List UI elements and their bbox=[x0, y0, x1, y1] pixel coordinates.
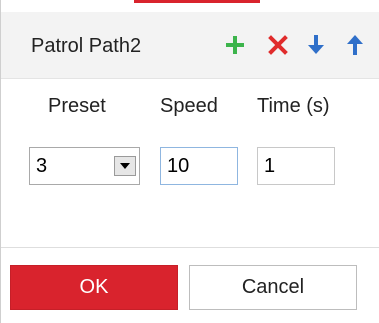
cancel-button[interactable]: Cancel bbox=[189, 265, 357, 310]
preset-select[interactable]: 3 bbox=[29, 147, 140, 185]
speed-input[interactable] bbox=[160, 147, 238, 185]
column-header-time: Time (s) bbox=[257, 95, 330, 117]
dialog-header: Patrol Path2 bbox=[1, 12, 379, 79]
ok-button[interactable]: OK bbox=[10, 265, 178, 310]
dialog-title: Patrol Path2 bbox=[31, 35, 142, 57]
top-accent-bar bbox=[134, 0, 260, 3]
preset-select-value: 3 bbox=[36, 155, 48, 177]
plus-icon[interactable] bbox=[223, 32, 247, 58]
close-icon[interactable] bbox=[266, 32, 290, 58]
arrow-down-icon[interactable] bbox=[304, 32, 328, 58]
arrow-up-icon[interactable] bbox=[343, 32, 367, 58]
chevron-down-icon[interactable] bbox=[114, 156, 136, 176]
footer-divider bbox=[1, 247, 379, 248]
time-input[interactable] bbox=[257, 147, 335, 185]
column-header-speed: Speed bbox=[160, 95, 218, 117]
column-header-preset: Preset bbox=[48, 95, 106, 117]
patrol-path-dialog: Patrol Path2 Preset Speed Time (s) 3 10 … bbox=[0, 0, 379, 323]
